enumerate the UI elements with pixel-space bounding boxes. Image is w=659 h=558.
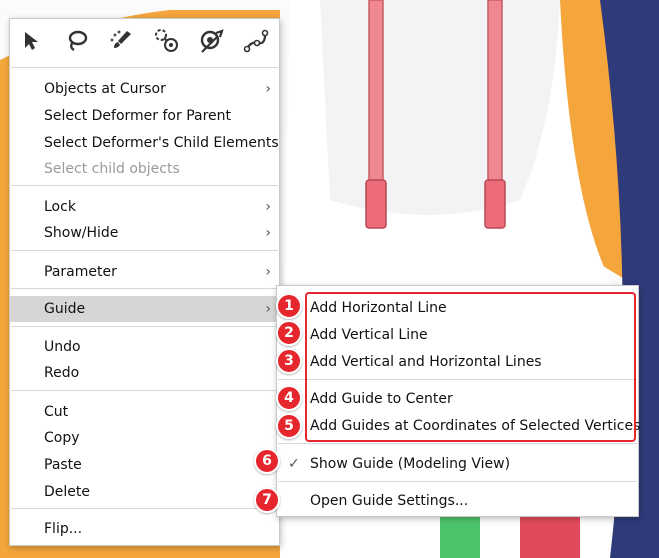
menu-item-objects-at-cursor[interactable]: Objects at Cursor › [10, 76, 279, 102]
separator [11, 250, 278, 251]
submenu-item-add-vertical-line[interactable]: Add Vertical Line [277, 322, 638, 348]
separator [278, 443, 637, 444]
menu-item-label: Guide [44, 301, 86, 317]
menu-item-select-deformer-children[interactable]: Select Deformer's Child Elements [10, 130, 279, 156]
separator [11, 67, 278, 68]
menu-item-redo[interactable]: Redo [10, 360, 279, 386]
separator [11, 185, 278, 186]
menu-item-parameter[interactable]: Parameter › [10, 259, 279, 285]
menu-item-copy[interactable]: Copy [10, 425, 279, 451]
chevron-right-icon: › [265, 81, 271, 97]
separator [11, 326, 278, 327]
menu-item-lock[interactable]: Lock › [10, 194, 279, 220]
chevron-right-icon: › [265, 199, 271, 215]
chevron-right-icon: › [265, 225, 271, 241]
chevron-right-icon: › [265, 264, 271, 280]
separator [278, 379, 637, 380]
submenu-item-label: Open Guide Settings... [310, 493, 469, 509]
menu-item-label: Select Deformer for Parent [44, 108, 232, 124]
submenu-item-label: Add Horizontal Line [310, 300, 447, 316]
submenu-item-show-guide[interactable]: ✓ Show Guide (Modeling View) [277, 451, 638, 477]
menu-item-label: Flip... [44, 521, 83, 537]
menu-item-show-hide[interactable]: Show/Hide › [10, 220, 279, 246]
submenu-item-add-guides-coordinates[interactable]: Add Guides at Coordinates of Selected Ve… [277, 413, 641, 439]
submenu-item-label: Add Guide to Center [310, 391, 453, 407]
menu-item-cut[interactable]: Cut [10, 399, 279, 425]
submenu-item-add-guide-center[interactable]: Add Guide to Center [277, 386, 638, 412]
menu-item-label: Redo [44, 365, 80, 381]
deformer-select-icon[interactable] [196, 25, 228, 57]
step-badge: 3 [276, 348, 302, 374]
menu-item-label: Undo [44, 339, 81, 355]
separator [11, 288, 278, 289]
menu-item-paste[interactable]: Paste [10, 452, 279, 478]
brush-select-icon[interactable] [106, 25, 138, 57]
menu-item-select-child-objects: Select child objects [10, 156, 279, 182]
submenu-item-label: Add Vertical Line [310, 327, 428, 343]
menu-item-select-deformer-parent[interactable]: Select Deformer for Parent [10, 103, 279, 129]
menu-item-label: Lock [44, 199, 76, 215]
menu-item-flip[interactable]: Flip... [10, 516, 279, 542]
separator [11, 390, 278, 391]
step-badge: 1 [276, 293, 302, 319]
step-badge: 4 [276, 385, 302, 411]
menu-item-label: Show/Hide [44, 225, 119, 241]
menu-item-label: Parameter [44, 264, 117, 280]
menu-item-label: Select Deformer's Child Elements [44, 135, 279, 151]
menu-item-delete[interactable]: Delete [10, 479, 279, 505]
step-badge: 5 [276, 413, 302, 439]
context-menu: Objects at Cursor › Select Deformer for … [9, 18, 280, 546]
menu-item-label: Cut [44, 404, 69, 420]
menu-item-label: Select child objects [44, 161, 180, 177]
submenu-item-open-guide-settings[interactable]: Open Guide Settings... [277, 488, 638, 514]
deformer-connect-icon[interactable] [151, 25, 183, 57]
submenu-item-add-both-lines[interactable]: Add Vertical and Horizontal Lines [277, 349, 638, 375]
menu-item-label: Delete [44, 484, 90, 500]
separator [278, 481, 637, 482]
menu-item-guide[interactable]: Guide › [10, 296, 279, 322]
separator [11, 508, 278, 509]
submenu-item-label: Add Vertical and Horizontal Lines [310, 354, 542, 370]
step-badge: 2 [276, 320, 302, 346]
menu-item-label: Paste [44, 457, 82, 473]
step-badge: 7 [254, 487, 280, 513]
menu-item-label: Objects at Cursor [44, 81, 166, 97]
chevron-right-icon: › [265, 301, 271, 317]
guide-submenu: Add Horizontal Line Add Vertical Line Ad… [276, 285, 641, 517]
menu-toolbar [10, 19, 279, 67]
menu-item-undo[interactable]: Undo [10, 334, 279, 360]
menu-item-label: Copy [44, 430, 80, 446]
submenu-item-label: Show Guide (Modeling View) [310, 456, 511, 472]
arrow-select-icon[interactable] [16, 25, 48, 57]
checkmark-icon: ✓ [288, 456, 300, 472]
path-curve-icon[interactable] [241, 25, 273, 57]
step-badge: 6 [254, 448, 280, 474]
lasso-icon[interactable] [61, 25, 93, 57]
submenu-item-label: Add Guides at Coordinates of Selected Ve… [310, 418, 641, 434]
submenu-item-add-horizontal-line[interactable]: Add Horizontal Line [277, 295, 638, 321]
